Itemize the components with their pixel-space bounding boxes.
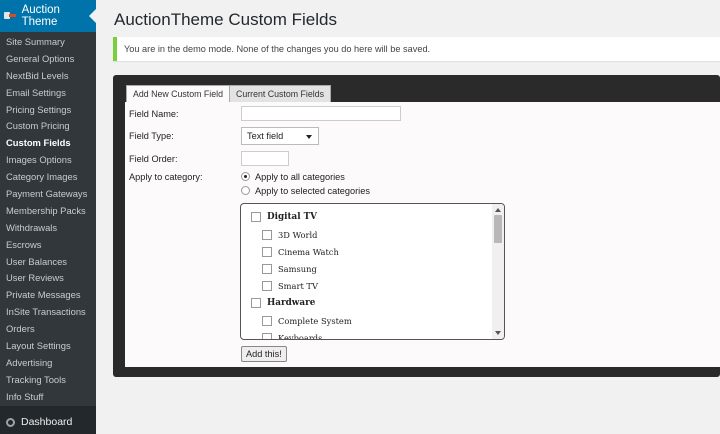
category-item[interactable]: Samsung — [262, 264, 317, 274]
sidebar-item-pricing-settings[interactable]: Pricing Settings — [0, 102, 96, 119]
category-checkbox[interactable] — [262, 333, 272, 339]
dashboard-gauge-icon — [6, 417, 15, 427]
radio-apply-all[interactable] — [241, 172, 250, 181]
category-item[interactable]: Hardware — [251, 298, 315, 308]
sidebar-item-payment-gateways[interactable]: Payment Gateways — [0, 186, 96, 203]
category-label: Digital TV — [267, 212, 318, 222]
add-this-button[interactable]: Add this! — [241, 346, 287, 362]
sidebar-item-tracking-tools[interactable]: Tracking Tools — [0, 372, 96, 389]
admin-sidebar: Auction Theme Site Summary General Option… — [0, 0, 96, 434]
sidebar-item-site-summary[interactable]: Site Summary — [0, 34, 96, 51]
sidebar-item-info-stuff[interactable]: Info Stuff — [0, 389, 96, 406]
category-checkbox[interactable] — [251, 212, 261, 222]
sidebar-item-general-options[interactable]: General Options — [0, 51, 96, 68]
chevron-down-icon — [306, 135, 312, 139]
category-list: Digital TV 3D World Cinema Watch Samsung Sma… — [241, 204, 493, 339]
category-label: Complete System — [278, 316, 352, 326]
sidebar-item-private-messages[interactable]: Private Messages — [0, 287, 96, 304]
category-scrollbar[interactable] — [492, 204, 504, 339]
field-type-select[interactable]: Text field — [241, 127, 319, 145]
sidebar-item-email-settings[interactable]: Email Settings — [0, 85, 96, 102]
category-checkbox[interactable] — [262, 264, 272, 274]
sidebar-menu: Site Summary General Options NextBid Level… — [0, 32, 96, 406]
sidebar-item-withdrawals[interactable]: Withdrawals — [0, 220, 96, 237]
category-item[interactable]: Digital TV — [251, 212, 317, 222]
sidebar-item-images-options[interactable]: Images Options — [0, 152, 96, 169]
sidebar-item-layout-settings[interactable]: Layout Settings — [0, 338, 96, 355]
sidebar-item-advertising[interactable]: Advertising — [0, 355, 96, 372]
category-checkbox[interactable] — [262, 316, 272, 326]
category-item[interactable]: Cinema Watch — [262, 247, 339, 257]
sidebar-item-escrows[interactable]: Escrows — [0, 237, 96, 254]
field-type-value: Text field — [247, 131, 284, 141]
sidebar-item-custom-pricing[interactable]: Custom Pricing — [0, 118, 96, 135]
field-type-label: Field Type: — [129, 131, 174, 141]
category-label: 3D World — [278, 230, 318, 240]
category-checkbox[interactable] — [262, 230, 272, 240]
field-order-label: Field Order: — [129, 154, 178, 164]
category-label: Smart TV — [278, 281, 318, 291]
field-name-input[interactable] — [241, 106, 401, 121]
category-label: Samsung — [278, 264, 317, 274]
category-label: Keyboards — [278, 333, 323, 339]
category-checkbox[interactable] — [262, 247, 272, 257]
sidebar-item-custom-fields[interactable]: Custom Fields — [0, 135, 96, 152]
scroll-thumb[interactable] — [494, 215, 502, 243]
field-order-input[interactable] — [241, 151, 289, 166]
category-item[interactable]: Smart TV — [262, 281, 318, 291]
category-item[interactable]: 3D World — [262, 230, 317, 240]
sidebar-item-insite-transactions[interactable]: InSite Transactions — [0, 304, 96, 321]
radio-apply-selected-label: Apply to selected categories — [255, 186, 370, 196]
category-checkbox[interactable] — [251, 298, 261, 308]
page-title: AuctionTheme Custom Fields — [114, 10, 337, 29]
radio-apply-all-label: Apply to all categories — [255, 172, 345, 182]
sidebar-item-nextbid-levels[interactable]: NextBid Levels — [0, 68, 96, 85]
auction-hammer-icon — [4, 11, 16, 21]
sidebar-item-label: Dashboard — [21, 416, 73, 428]
scroll-down-arrow-icon[interactable] — [495, 331, 501, 335]
category-item[interactable]: Keyboards — [262, 333, 322, 339]
sidebar-item-orders[interactable]: Orders — [0, 321, 96, 338]
category-label: Hardware — [267, 298, 316, 308]
current-menu-arrow-icon — [89, 9, 96, 23]
sidebar-item-user-reviews[interactable]: User Reviews — [0, 270, 96, 287]
sidebar-item-user-balances[interactable]: User Balances — [0, 254, 96, 271]
category-label: Cinema Watch — [278, 247, 339, 257]
category-item[interactable]: Complete System — [262, 316, 352, 326]
category-checkbox[interactable] — [262, 281, 272, 291]
radio-apply-selected[interactable] — [241, 186, 250, 195]
sidebar-header-auction-theme[interactable]: Auction Theme — [0, 0, 96, 32]
field-name-label: Field Name: — [129, 109, 179, 119]
sidebar-item-category-images[interactable]: Category Images — [0, 169, 96, 186]
sidebar-header-label: Auction Theme — [21, 4, 60, 28]
sidebar-item-membership-packs[interactable]: Membership Packs — [0, 203, 96, 220]
apply-to-category-label: Apply to category: — [129, 172, 203, 182]
sidebar-item-dashboard[interactable]: Dashboard — [0, 410, 96, 434]
scroll-up-arrow-icon[interactable] — [495, 208, 501, 212]
category-checklist: Digital TV 3D World Cinema Watch Samsung Sma… — [240, 203, 505, 340]
demo-mode-notice: You are in the demo mode. None of the ch… — [113, 37, 720, 61]
tab-current-custom-fields[interactable]: Current Custom Fields — [229, 85, 331, 102]
